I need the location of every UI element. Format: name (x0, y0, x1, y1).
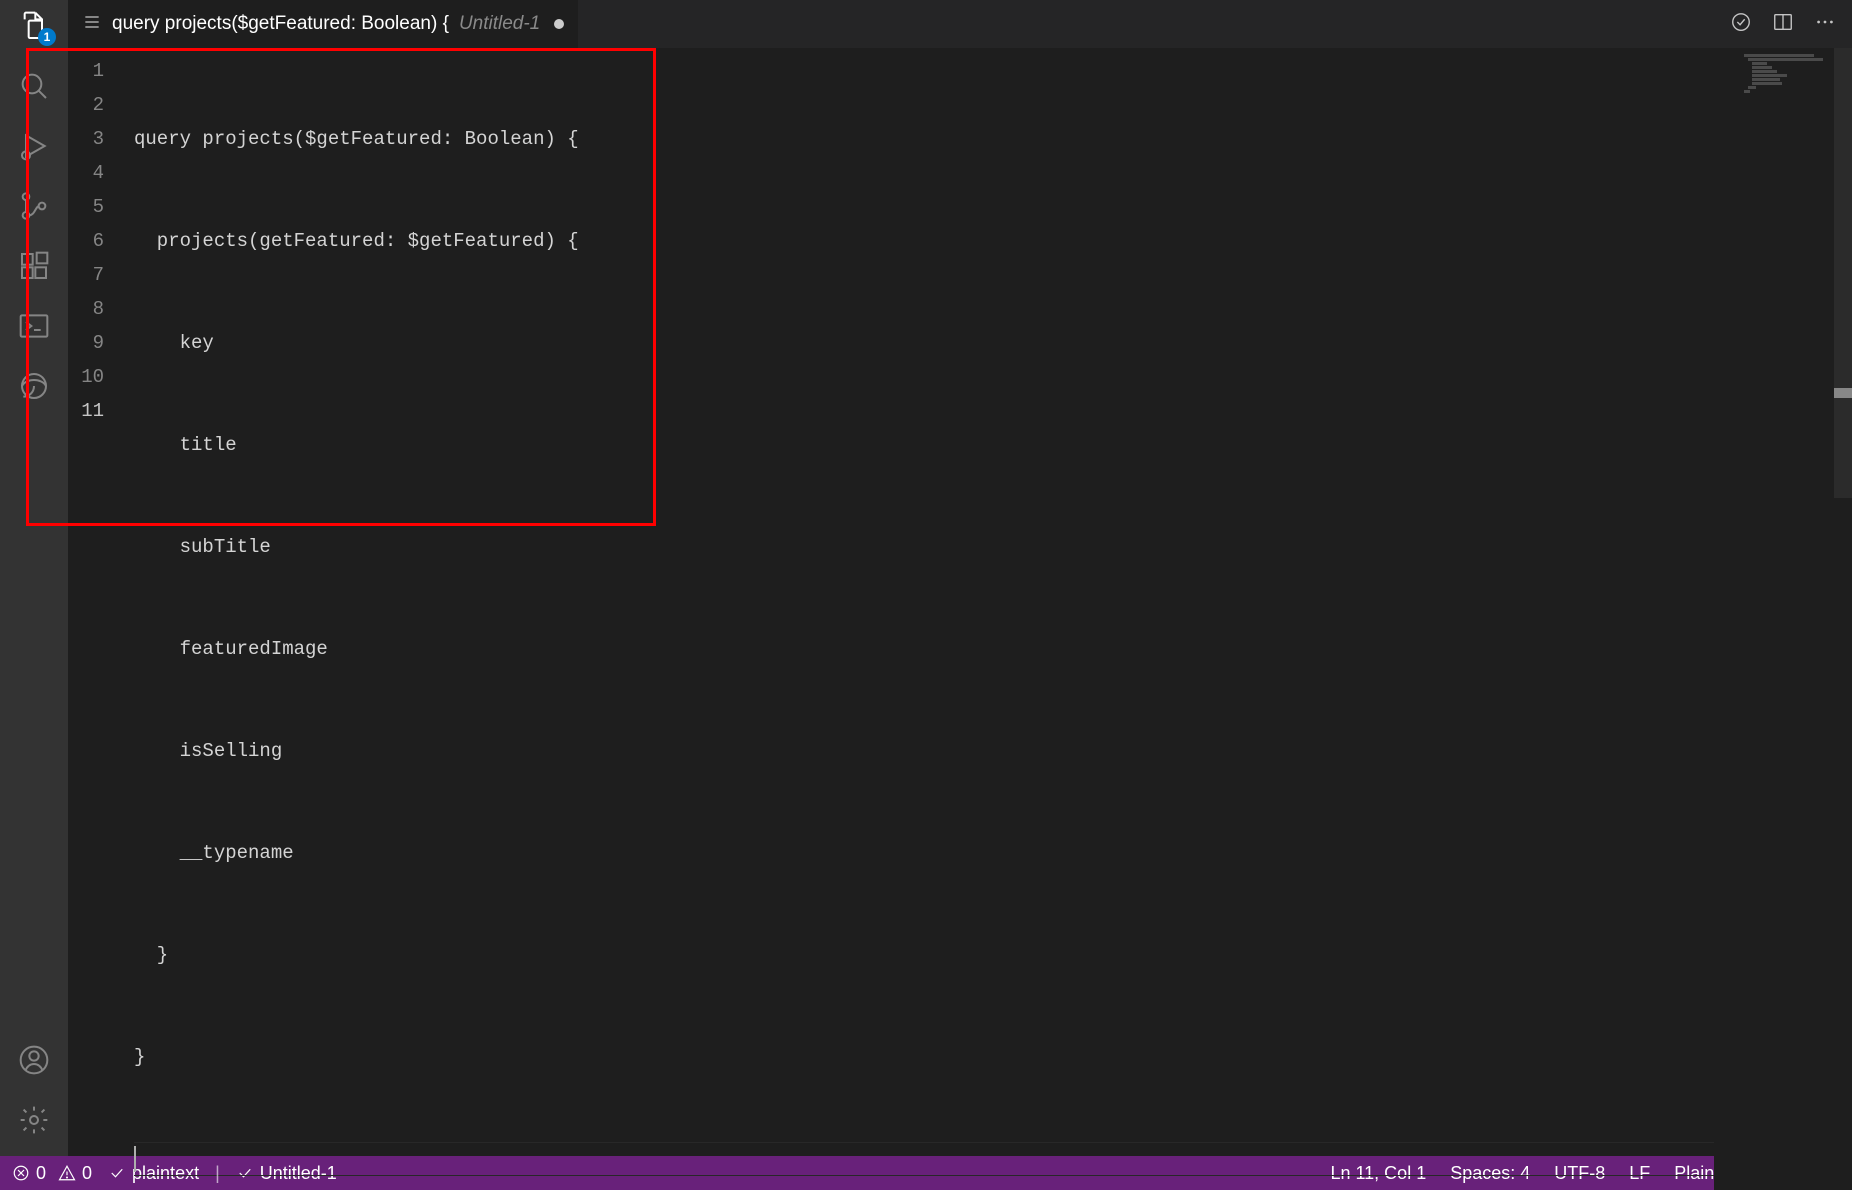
run-debug-icon[interactable] (18, 130, 50, 162)
error-count: 0 (36, 1163, 46, 1184)
code-line: subTitle (134, 530, 1714, 564)
accounts-icon[interactable] (18, 1044, 50, 1076)
explorer-badge: 1 (38, 28, 56, 46)
source-control-icon[interactable] (18, 190, 50, 222)
tab-untitled-1[interactable]: query projects($getFeatured: Boolean) { … (68, 0, 578, 48)
line-number: 11 (68, 394, 104, 428)
line-number: 6 (68, 224, 104, 258)
scrollbar-marker (1834, 388, 1852, 398)
split-editor-icon[interactable] (1772, 11, 1794, 38)
run-action-icon[interactable] (1730, 11, 1752, 38)
line-number-gutter: 1 2 3 4 5 6 7 8 9 10 11 (68, 48, 124, 1190)
tab-bar: query projects($getFeatured: Boolean) { … (68, 0, 1852, 48)
text-editor[interactable]: 1 2 3 4 5 6 7 8 9 10 11 query projects($… (68, 48, 1714, 1190)
line-number: 5 (68, 190, 104, 224)
minimap[interactable] (1714, 48, 1834, 1190)
edge-icon[interactable] (18, 370, 50, 402)
code-content[interactable]: query projects($getFeatured: Boolean) { … (124, 48, 1714, 1190)
list-icon (82, 12, 102, 37)
code-line (134, 1142, 1714, 1176)
code-line: featuredImage (134, 632, 1714, 666)
explorer-icon[interactable]: 1 (18, 10, 50, 42)
tab-subtitle: Untitled-1 (459, 13, 540, 35)
code-line: __typename (134, 836, 1714, 870)
vertical-scrollbar[interactable] (1834, 48, 1852, 1190)
more-actions-icon[interactable] (1814, 11, 1836, 38)
settings-gear-icon[interactable] (18, 1104, 50, 1136)
activity-bar: 1 (0, 0, 68, 1156)
line-number: 10 (68, 360, 104, 394)
code-line: projects(getFeatured: $getFeatured) { (134, 224, 1714, 258)
code-line: title (134, 428, 1714, 462)
line-number: 7 (68, 258, 104, 292)
extensions-icon[interactable] (18, 250, 50, 282)
line-number: 2 (68, 88, 104, 122)
line-number: 3 (68, 122, 104, 156)
line-number: 4 (68, 156, 104, 190)
code-line: key (134, 326, 1714, 360)
code-line: } (134, 938, 1714, 972)
code-line: isSelling (134, 734, 1714, 768)
cursor (134, 1146, 136, 1172)
separator: | (215, 1163, 220, 1184)
scrollbar-thumb[interactable] (1834, 48, 1852, 498)
editor-group: query projects($getFeatured: Boolean) { … (68, 0, 1852, 1156)
code-line: } (134, 1040, 1714, 1074)
line-number: 1 (68, 54, 104, 88)
terminal-icon[interactable] (18, 310, 50, 342)
line-number: 8 (68, 292, 104, 326)
tab-title: query projects($getFeatured: Boolean) { (112, 13, 449, 35)
dirty-indicator-icon (554, 19, 564, 29)
search-icon[interactable] (18, 70, 50, 102)
code-line: query projects($getFeatured: Boolean) { (134, 122, 1714, 156)
line-number: 9 (68, 326, 104, 360)
